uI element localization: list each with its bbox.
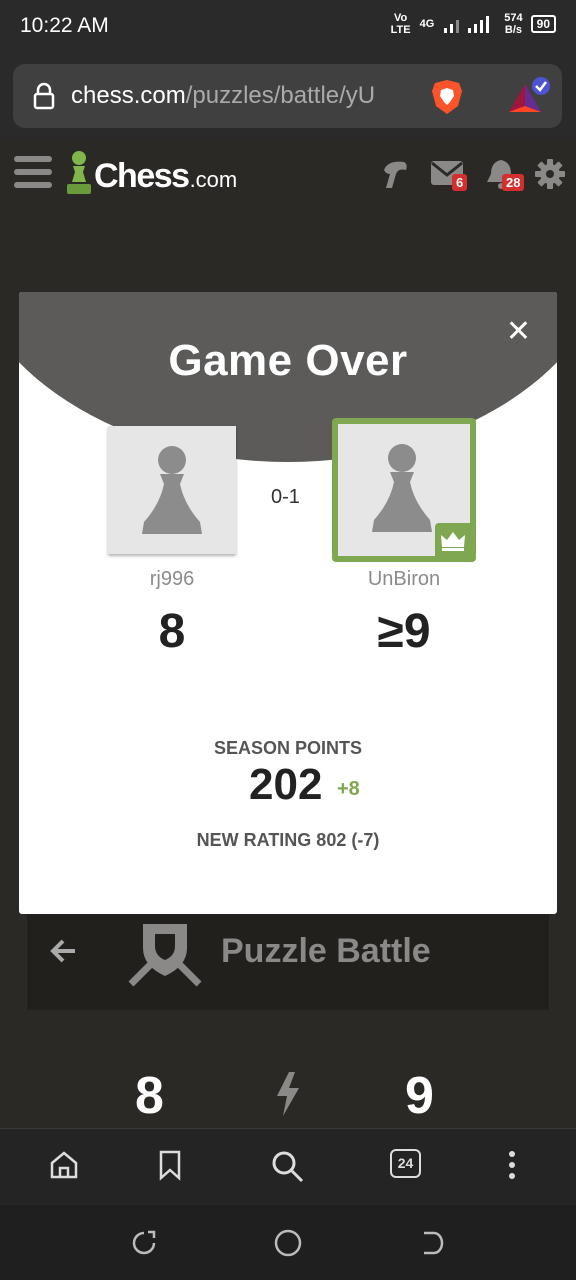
season-points-label: SEASON POINTS [213, 738, 363, 758]
bookmark-icon[interactable] [156, 1149, 184, 1181]
battle-title: Puzzle Battle [221, 932, 431, 970]
brave-rewards-icon[interactable] [505, 76, 553, 116]
player2-avatar[interactable] [332, 418, 476, 562]
puzzle-battle-header: Puzzle Battle [27, 914, 549, 1010]
player1-avatar[interactable] [108, 426, 236, 554]
crown-icon [441, 532, 465, 551]
messages-badge: 6 [452, 174, 468, 191]
menu-icon[interactable] [14, 156, 52, 192]
back-arrow-icon[interactable] [49, 938, 77, 964]
lock-icon [33, 82, 55, 110]
site-header: Chess .com 6 28 [0, 138, 576, 218]
system-navigation-bar [0, 1205, 576, 1280]
url-text[interactable]: chess.com/puzzles/battle/yU [71, 82, 423, 110]
tabs-counter[interactable]: 24 [390, 1149, 421, 1178]
battle-score-left: 8 [135, 1067, 164, 1125]
address-bar[interactable]: chess.com/puzzles/battle/yU [13, 64, 562, 128]
season-points-value: 202 [249, 760, 323, 809]
pawn-avatar-icon [142, 446, 202, 534]
new-rating: NEW RATING 802 (-7) [196, 830, 380, 850]
player2-name[interactable]: UnBiron [324, 568, 484, 591]
trophy-icon[interactable] [378, 158, 414, 192]
logo-suffix: .com [189, 167, 238, 192]
player1-name[interactable]: rj996 [92, 568, 252, 591]
home-button-icon[interactable] [272, 1227, 304, 1259]
browser-toolbar: chess.com/puzzles/battle/yU [0, 52, 576, 138]
network-indicator: 4G [419, 18, 435, 30]
pawn-logo-icon [67, 151, 91, 194]
chess-logo[interactable]: Chess .com [64, 150, 237, 196]
recents-icon[interactable] [130, 1229, 158, 1257]
status-time: 10:22 AM [20, 14, 109, 37]
season-points-delta: +8 [337, 778, 360, 800]
logo-word: Chess [94, 157, 190, 195]
match-result: 0-1 [271, 486, 300, 508]
notifications-badge: 28 [502, 174, 525, 191]
modal-title: Game Over [168, 336, 408, 385]
more-menu-icon[interactable] [504, 1149, 520, 1181]
volte-indicator: Vo LTE [390, 12, 411, 36]
back-icon[interactable] [418, 1229, 446, 1257]
brave-shield-icon[interactable] [430, 78, 464, 116]
battle-scoreboard: 8 9 [27, 1010, 549, 1128]
battery-icon: 90 [530, 15, 556, 33]
battle-score-right: 9 [405, 1067, 434, 1125]
shield-swords-icon [128, 924, 202, 987]
home-icon[interactable] [48, 1149, 80, 1181]
player1-score: 8 [158, 605, 186, 658]
signal-icon [444, 16, 490, 33]
player2-score: ≥9 [377, 605, 431, 658]
gear-icon[interactable] [534, 158, 566, 190]
lightning-icon [277, 1072, 299, 1116]
network-speed: 574 B/s [504, 12, 523, 36]
status-bar: 10:22 AM Vo LTE 4G 574 B/s 90 [0, 0, 576, 52]
status-indicators: Vo LTE 4G 574 B/s 90 [390, 12, 556, 36]
winner-crown-badge [435, 523, 471, 557]
search-icon[interactable] [270, 1149, 306, 1185]
browser-bottom-bar: 24 [0, 1128, 576, 1205]
game-over-modal: ✕ Game Over 0-1 rj996 UnBiron 8 ≥9 SEASO… [19, 292, 557, 914]
